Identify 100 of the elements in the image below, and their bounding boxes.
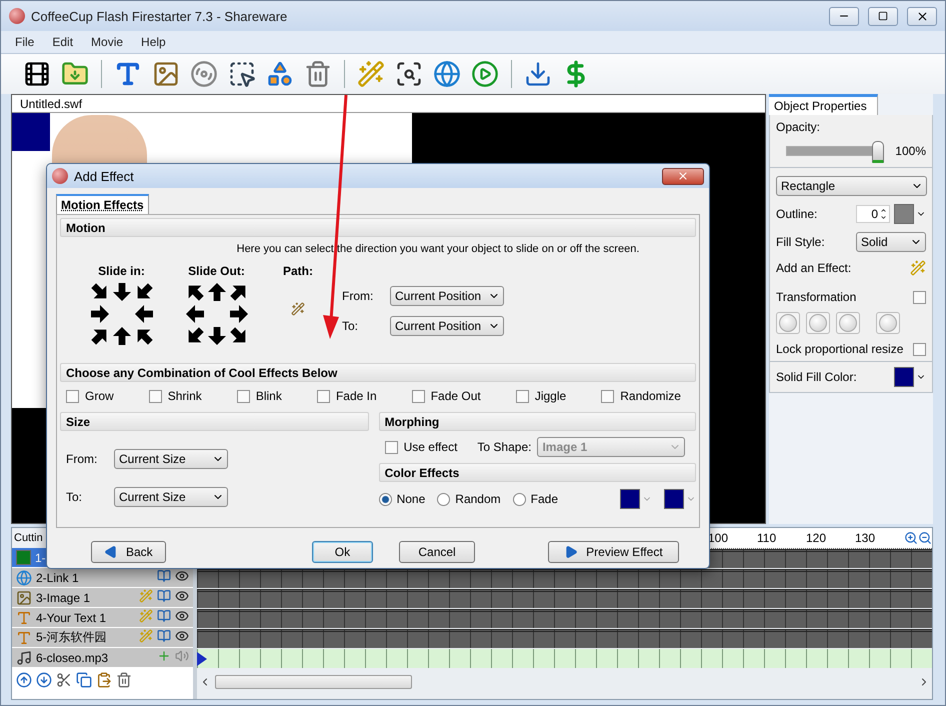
- inward-arrow-icon[interactable]: [112, 282, 132, 302]
- eye-icon[interactable]: [175, 589, 189, 603]
- spin-up-icon[interactable]: [880, 207, 887, 214]
- globe-icon: [16, 570, 32, 586]
- effect-label: Fade Out: [430, 389, 481, 403]
- effect-option[interactable]: Randomize: [601, 389, 681, 403]
- effect-checkbox[interactable]: [516, 390, 529, 402]
- maximize-button[interactable]: [868, 6, 898, 26]
- close-icon[interactable]: [916, 10, 928, 22]
- effect-checkbox[interactable]: [236, 390, 250, 402]
- circle-icon: [809, 314, 827, 332]
- text-icon: [16, 630, 32, 646]
- menu-item[interactable]: Edit: [52, 35, 74, 49]
- dialog-tab[interactable]: Motion Effects: [56, 194, 149, 214]
- effect-checkbox[interactable]: [412, 390, 425, 402]
- use-effect-label: Use effect: [404, 440, 458, 454]
- effect-checkbox[interactable]: [316, 390, 330, 402]
- eye-icon[interactable]: [175, 609, 189, 623]
- properties-tab[interactable]: Object Properties: [769, 94, 878, 115]
- maximize-icon[interactable]: [878, 11, 888, 21]
- radio-button[interactable]: [378, 492, 392, 506]
- paste-icon[interactable]: [96, 672, 112, 688]
- move-up-icon[interactable]: [16, 672, 32, 688]
- color-swatch[interactable]: [664, 489, 684, 509]
- book-icon[interactable]: [157, 569, 171, 583]
- inward-arrow-icon[interactable]: [90, 304, 110, 324]
- section-heading: Choose any Combination of Cool Effects Below: [60, 363, 696, 382]
- effect-checkbox[interactable]: [66, 390, 79, 402]
- zoom-out-icon[interactable]: [918, 531, 932, 545]
- menu-item[interactable]: Movie: [91, 35, 124, 49]
- book-icon[interactable]: [157, 629, 171, 643]
- playhead-icon[interactable]: [197, 652, 207, 666]
- fill-style-dropdown[interactable]: Solid: [856, 232, 926, 252]
- transformation-checkbox[interactable]: [913, 290, 926, 304]
- effect-option[interactable]: Shrink: [148, 389, 202, 403]
- layer-row[interactable]: 5-河东软件园: [12, 628, 193, 647]
- window-title: CoffeeCup Flash Firestarter 7.3 - Shareware: [31, 8, 288, 24]
- layer-row[interactable]: 3-Image 1: [12, 588, 193, 607]
- effect-option[interactable]: Grow: [66, 389, 114, 403]
- ok-button[interactable]: Ok: [312, 541, 374, 563]
- motion-hint: Here you can select the direction you want your object to slide on or off the screen.: [236, 242, 640, 255]
- layer-name: 2-Link 1: [36, 570, 79, 584]
- spin-down-icon[interactable]: [880, 214, 887, 221]
- color-swatch[interactable]: [620, 489, 640, 509]
- note-icon: [16, 650, 32, 666]
- zoom-in-icon[interactable]: [904, 531, 918, 545]
- back-button[interactable]: Back: [91, 541, 166, 563]
- shape-dropdown[interactable]: Rectangle: [776, 176, 927, 196]
- layer-row[interactable]: 4-Your Text 1: [12, 608, 193, 627]
- circle-icon: [879, 314, 897, 332]
- cut-icon[interactable]: [56, 672, 72, 688]
- close-button[interactable]: [662, 168, 704, 184]
- slider-thumb[interactable]: [872, 141, 884, 163]
- opacity-value: 100%: [895, 144, 926, 158]
- effect-option[interactable]: Fade Out: [412, 389, 481, 403]
- eye-icon[interactable]: [175, 569, 189, 583]
- inward-arrow-icon[interactable]: [112, 326, 132, 346]
- outline-spinner[interactable]: 0: [856, 205, 890, 223]
- preview-button[interactable]: Preview Effect: [548, 541, 680, 563]
- outline-swatch[interactable]: [894, 204, 914, 224]
- outward-arrow-icon[interactable]: [206, 282, 226, 302]
- fill-style-label: Fill Style:: [776, 235, 825, 249]
- fill-color-label: Solid Fill Color:: [776, 370, 857, 384]
- inward-arrow-icon[interactable]: [134, 304, 154, 324]
- outward-arrow-icon[interactable]: [206, 326, 226, 346]
- to-position-dropdown[interactable]: Current Position: [390, 316, 504, 336]
- layer-name: 4-Your Text 1: [36, 610, 106, 624]
- from-size-dropdown[interactable]: Current Size: [114, 449, 228, 469]
- menu-item[interactable]: Help: [141, 35, 166, 49]
- from-position-dropdown[interactable]: Current Position: [390, 286, 504, 306]
- effect-option[interactable]: Fade In: [316, 389, 377, 403]
- eye-icon[interactable]: [175, 629, 189, 643]
- copy-icon[interactable]: [76, 672, 92, 688]
- layer-row[interactable]: 2-Link 1: [12, 568, 193, 587]
- effect-option[interactable]: Jiggle: [516, 389, 566, 403]
- close-button[interactable]: [907, 6, 937, 26]
- effect-checkbox[interactable]: [148, 390, 162, 402]
- color-effect-option[interactable]: Random: [437, 492, 501, 506]
- fill-color-swatch[interactable]: [894, 367, 914, 387]
- move-down-icon[interactable]: [36, 672, 52, 688]
- effect-checkbox[interactable]: [601, 390, 614, 402]
- to-size-dropdown[interactable]: Current Size: [114, 487, 228, 507]
- color-effect-option[interactable]: Fade: [512, 492, 558, 506]
- effect-option[interactable]: Blink: [236, 389, 282, 403]
- color-effect-option[interactable]: None: [378, 492, 426, 506]
- scrollbar-thumb[interactable]: [215, 675, 412, 689]
- path-edit-icon[interactable]: [291, 302, 305, 316]
- trash-icon[interactable]: [116, 672, 132, 688]
- lock-resize-checkbox[interactable]: [913, 342, 926, 356]
- book-icon[interactable]: [157, 589, 171, 603]
- text-icon: [16, 610, 32, 626]
- app-icon: [52, 168, 68, 184]
- radio-button[interactable]: [437, 492, 450, 506]
- radio-button[interactable]: [512, 492, 526, 506]
- menu-item[interactable]: File: [15, 35, 34, 49]
- document-tab[interactable]: Untitled.swf: [12, 95, 765, 113]
- outward-arrow-icon[interactable]: [228, 304, 248, 324]
- book-icon[interactable]: [157, 609, 171, 623]
- cancel-button[interactable]: Cancel: [399, 541, 475, 563]
- outward-arrow-icon[interactable]: [184, 304, 204, 324]
